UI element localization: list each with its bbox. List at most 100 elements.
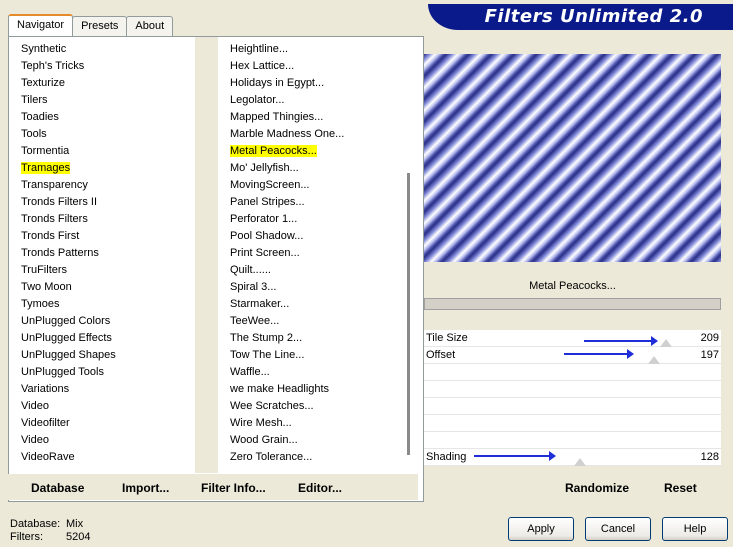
list-item[interactable]: Heightline... [228, 41, 403, 58]
list-item[interactable]: Holidays in Egypt... [228, 75, 403, 92]
list-item[interactable]: Tilers [19, 92, 189, 109]
param-label: Tile Size [426, 332, 468, 344]
list-item[interactable]: UnPlugged Tools [19, 364, 189, 381]
list-item[interactable]: Tronds First [19, 228, 189, 245]
database-value: Mix [66, 518, 84, 530]
list-item[interactable]: Variations [19, 381, 189, 398]
list-item[interactable]: VideoRave [19, 449, 189, 466]
filter-progress-bar [424, 298, 721, 310]
filter-button-bar: Randomize Reset [424, 474, 721, 500]
tab-strip: Navigator Presets About [8, 14, 174, 36]
list-item[interactable]: Tymoes [19, 296, 189, 313]
param-value: 209 [700, 332, 719, 344]
filters-label: Filters: [10, 531, 43, 543]
filter-scrollbar[interactable] [405, 37, 413, 473]
list-item[interactable]: Video [19, 398, 189, 415]
list-item[interactable]: Mapped Thingies... [228, 109, 403, 126]
import-button[interactable]: Import... [122, 481, 169, 495]
list-item[interactable]: Spiral 3... [228, 279, 403, 296]
list-item[interactable]: Marble Madness One... [228, 126, 403, 143]
param-empty [424, 398, 721, 415]
navigator-button-bar: Database Import... Filter Info... Editor… [8, 474, 418, 500]
list-item[interactable]: Transparency [19, 177, 189, 194]
list-item[interactable]: Quilt...... [228, 262, 403, 279]
arrow-annotation [564, 349, 634, 359]
list-item[interactable]: Video [19, 432, 189, 449]
tab-presets[interactable]: Presets [72, 16, 128, 36]
selected-filter-name: Metal Peacocks... [424, 274, 721, 298]
list-item[interactable]: Panel Stripes... [228, 194, 403, 211]
tab-navigator[interactable]: Navigator [8, 14, 74, 36]
list-item[interactable]: Hex Lattice... [228, 58, 403, 75]
param-offset[interactable]: Offset 197 [424, 347, 721, 364]
list-item[interactable]: Wood Grain... [228, 432, 403, 449]
arrow-annotation [474, 451, 556, 461]
shading-slider[interactable] [574, 449, 684, 466]
list-item[interactable]: UnPlugged Effects [19, 330, 189, 347]
param-empty [424, 381, 721, 398]
list-item-selected[interactable]: Metal Peacocks... [228, 143, 403, 160]
list-item-selected[interactable]: Tramages [19, 160, 189, 177]
list-item[interactable]: Wire Mesh... [228, 415, 403, 432]
list-item[interactable]: Legolator... [228, 92, 403, 109]
param-label: Shading [426, 451, 467, 463]
param-shading[interactable]: Shading 128 [424, 449, 721, 466]
randomize-button[interactable]: Randomize [565, 481, 629, 495]
navigator-panel: Synthetic Teph's Tricks Texturize Tilers… [8, 36, 424, 502]
param-label: Offset [426, 349, 456, 361]
list-item[interactable]: The Stump 2... [228, 330, 403, 347]
slider-thumb[interactable] [660, 339, 672, 347]
title-banner: Filters Unlimited 2.0 [428, 4, 733, 30]
list-item[interactable]: Toadies [19, 109, 189, 126]
database-label: Database: [10, 518, 61, 530]
param-value: 197 [700, 349, 719, 361]
filter-scroll-thumb[interactable] [407, 173, 410, 455]
list-item[interactable]: UnPlugged Colors [19, 313, 189, 330]
list-item[interactable]: Tronds Patterns [19, 245, 189, 262]
apply-button[interactable]: Apply [508, 517, 574, 541]
list-item[interactable]: we make Headlights [228, 381, 403, 398]
list-item[interactable]: TruFilters [19, 262, 189, 279]
help-button[interactable]: Help [662, 517, 728, 541]
list-item[interactable]: Tools [19, 126, 189, 143]
list-item[interactable]: Print Screen... [228, 245, 403, 262]
tile-size-slider[interactable] [574, 330, 684, 347]
list-item[interactable]: Synthetic [19, 41, 189, 58]
filters-count: 5204 [66, 531, 91, 543]
list-item[interactable]: Starmaker... [228, 296, 403, 313]
list-item[interactable]: Zero Tolerance... [228, 449, 403, 466]
filter-list[interactable]: Heightline... Hex Lattice... Holidays in… [228, 41, 403, 466]
list-item[interactable]: Mo' Jellyfish... [228, 160, 403, 177]
parameter-list: Tile Size 209 Offset 197 Shading 128 [424, 330, 721, 466]
list-item[interactable]: MovingScreen... [228, 177, 403, 194]
list-item[interactable]: Wee Scratches... [228, 398, 403, 415]
list-item[interactable]: Pool Shadow... [228, 228, 403, 245]
list-item[interactable]: Tow The Line... [228, 347, 403, 364]
slider-thumb[interactable] [648, 356, 660, 364]
list-item[interactable]: Two Moon [19, 279, 189, 296]
database-button[interactable]: Database [31, 481, 84, 495]
param-value: 128 [700, 451, 719, 463]
list-item[interactable]: Tronds Filters II [19, 194, 189, 211]
list-item[interactable]: Tormentia [19, 143, 189, 160]
list-item[interactable]: Waffle... [228, 364, 403, 381]
tab-about[interactable]: About [126, 16, 174, 36]
param-empty [424, 364, 721, 381]
slider-thumb[interactable] [574, 458, 586, 466]
cancel-button[interactable]: Cancel [585, 517, 651, 541]
list-divider [195, 37, 218, 473]
category-list[interactable]: Synthetic Teph's Tricks Texturize Tilers… [19, 41, 189, 466]
list-item[interactable]: Texturize [19, 75, 189, 92]
param-tile-size[interactable]: Tile Size 209 [424, 330, 721, 347]
list-item[interactable]: UnPlugged Shapes [19, 347, 189, 364]
list-item[interactable]: TeeWee... [228, 313, 403, 330]
list-item[interactable]: Teph's Tricks [19, 58, 189, 75]
param-empty [424, 432, 721, 449]
list-item[interactable]: Tronds Filters [19, 211, 189, 228]
list-item[interactable]: Videofilter [19, 415, 189, 432]
list-item[interactable]: Perforator 1... [228, 211, 403, 228]
filter-info-button[interactable]: Filter Info... [201, 481, 266, 495]
filter-preview-image [424, 54, 721, 262]
reset-button[interactable]: Reset [664, 481, 697, 495]
editor-button[interactable]: Editor... [298, 481, 342, 495]
